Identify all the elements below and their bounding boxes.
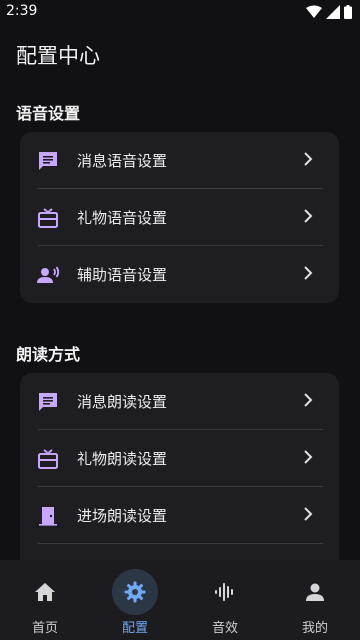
- menu-item-label: 进场朗读设置: [77, 507, 168, 525]
- nav-profile[interactable]: 我的: [270, 560, 360, 640]
- nav-config[interactable]: 配置: [90, 560, 180, 640]
- menu-item-label: 消息朗读设置: [77, 393, 168, 411]
- message-icon: [39, 393, 57, 411]
- menu-item-label: 礼物朗读设置: [77, 450, 168, 468]
- chevron-right-icon: [304, 393, 313, 407]
- voice-person-icon: [37, 266, 60, 283]
- menu-item-gift-reading[interactable]: 礼物朗读设置: [20, 430, 339, 487]
- page-title: 配置中心: [16, 44, 100, 68]
- person-icon: [306, 583, 324, 601]
- message-icon: [39, 152, 57, 170]
- bottom-nav: 首页 配置 音效 我的: [0, 560, 360, 640]
- battery-icon: [344, 5, 352, 19]
- menu-item-label: 辅助语音设置: [77, 266, 168, 284]
- nav-label: 首页: [31, 621, 58, 636]
- door-icon: [39, 507, 57, 526]
- menu-item-gift-voice[interactable]: 礼物语音设置: [20, 189, 339, 246]
- nav-label: 音效: [211, 621, 238, 636]
- reading-settings-card: 消息朗读设置 礼物朗读设置 进场朗读设置: [20, 373, 339, 563]
- nav-label: 配置: [121, 621, 148, 636]
- menu-item-entry-reading[interactable]: 进场朗读设置: [20, 487, 339, 544]
- home-icon: [35, 583, 55, 601]
- status-bar: 2:39: [0, 0, 360, 24]
- waveform-icon: [215, 583, 233, 601]
- nav-label: 我的: [301, 621, 328, 636]
- voice-settings-card: 消息语音设置 礼物语音设置 辅助语音设置: [20, 132, 339, 303]
- chevron-right-icon: [304, 152, 313, 166]
- menu-item-label: 消息语音设置: [77, 152, 168, 170]
- divider: [38, 543, 323, 544]
- wifi-icon: [306, 5, 322, 18]
- status-time: 2:39: [6, 3, 38, 19]
- section-title-voice: 语音设置: [16, 104, 81, 123]
- nav-sound-effects[interactable]: 音效: [180, 560, 270, 640]
- gift-icon: [38, 449, 58, 469]
- chevron-right-icon: [304, 507, 313, 521]
- nav-home[interactable]: 首页: [0, 560, 90, 640]
- menu-item-assist-voice[interactable]: 辅助语音设置: [20, 246, 339, 303]
- chevron-right-icon: [304, 209, 313, 223]
- section-title-reading: 朗读方式: [16, 345, 81, 364]
- chevron-right-icon: [304, 266, 313, 280]
- gift-icon: [38, 208, 58, 228]
- menu-item-message-voice[interactable]: 消息语音设置: [20, 132, 339, 189]
- status-icons: [306, 5, 352, 19]
- menu-item-message-reading[interactable]: 消息朗读设置: [20, 373, 339, 430]
- chevron-right-icon: [304, 450, 313, 464]
- menu-item-label: 礼物语音设置: [77, 209, 168, 227]
- gear-icon: [124, 581, 146, 603]
- signal-icon: [326, 5, 340, 19]
